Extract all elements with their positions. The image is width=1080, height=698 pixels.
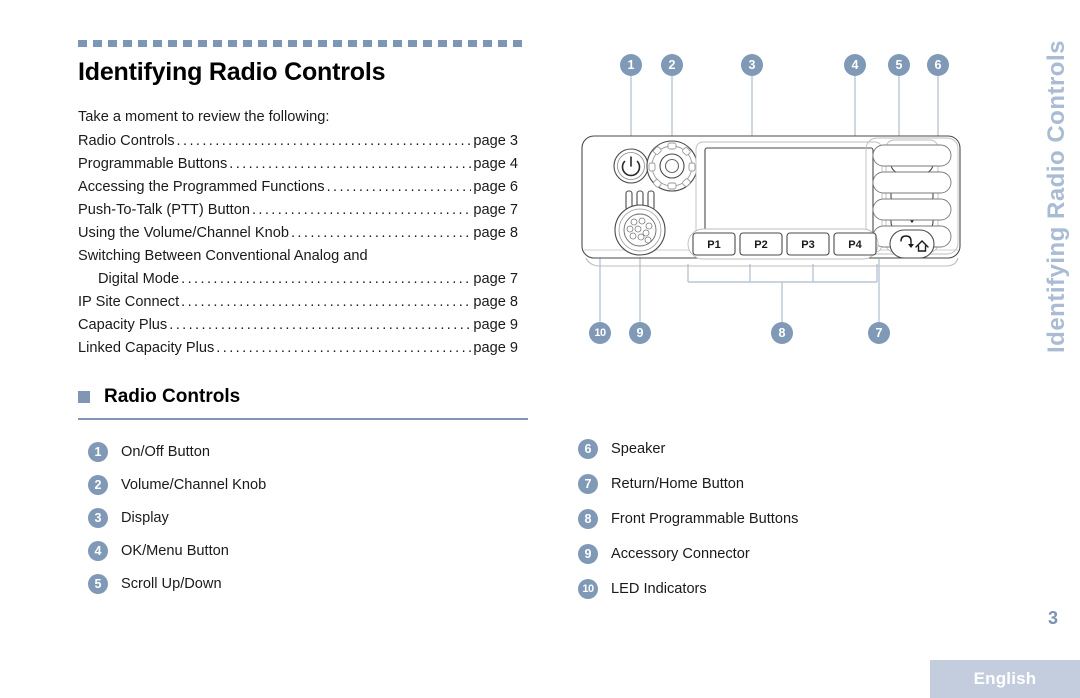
toc-entry-label: IP Site Connect xyxy=(78,294,180,310)
legend-item: 8 Front Programmable Buttons xyxy=(578,509,1028,529)
toc-entry[interactable]: Capacity Plus...........................… xyxy=(78,317,518,333)
legend-item-label: Front Programmable Buttons xyxy=(611,511,799,527)
diagram-callout-9: 9 xyxy=(629,322,651,344)
toc-entry-label: Digital Mode xyxy=(98,271,180,287)
toc-entry[interactable]: Programmable Buttons....................… xyxy=(78,156,518,172)
legend-number-badge: 10 xyxy=(578,579,598,599)
legend-item: 3 Display xyxy=(88,508,518,528)
page-title: Identifying Radio Controls xyxy=(78,58,386,86)
legend-number-badge: 2 xyxy=(88,475,108,495)
diagram-callout-8: 8 xyxy=(771,322,793,344)
toc-leader-dots: ........................................… xyxy=(181,294,472,310)
toc-entry-label: Programmable Buttons xyxy=(78,156,228,172)
intro-text: Take a moment to review the following: xyxy=(78,109,330,125)
legend-number-badge: 9 xyxy=(578,544,598,564)
legend-number-badge: 6 xyxy=(578,439,598,459)
legend-item-label: Volume/Channel Knob xyxy=(121,477,267,493)
diagram-callout-2: 2 xyxy=(661,54,683,76)
title-dashed-rule xyxy=(78,40,526,47)
radio-diagram: OK P1 P2 P3 P4 123456109 xyxy=(560,44,1030,364)
chapter-side-tab-label: Identifying Radio Controls xyxy=(1043,40,1070,353)
toc-leader-dots: ........................................… xyxy=(251,202,472,218)
toc-leader-dots: ........................................… xyxy=(176,133,472,149)
legend-item-label: LED Indicators xyxy=(611,581,707,597)
square-bullet-icon xyxy=(78,391,90,403)
legend-column-left: 1 On/Off Button 2 Volume/Channel Knob 3 Displ… xyxy=(88,442,518,607)
toc-entry-label: Switching Between Conventional Analog an… xyxy=(78,248,368,264)
toc-entry[interactable]: Accessing the Programmed Functions......… xyxy=(78,179,518,195)
toc-entry[interactable]: Linked Capacity Plus....................… xyxy=(78,340,518,356)
left-content-column: Identifying Radio Controls Take a moment… xyxy=(78,40,530,420)
legend-item: 7 Return/Home Button xyxy=(578,474,1028,494)
legend-item-label: Speaker xyxy=(611,441,666,457)
legend-number-badge: 4 xyxy=(88,541,108,561)
toc-leader-dots: ........................................… xyxy=(216,340,471,356)
legend-item-label: Display xyxy=(121,510,169,526)
toc-entry-label: Radio Controls xyxy=(78,133,175,149)
toc-leader-dots: ........................................… xyxy=(290,225,472,241)
toc-entry[interactable]: Push-To-Talk (PTT) Button...............… xyxy=(78,202,518,218)
toc-entry-label: Linked Capacity Plus xyxy=(78,340,215,356)
diagram-callout-1: 1 xyxy=(620,54,642,76)
toc-entry[interactable]: Switching Between Conventional Analog an… xyxy=(78,248,518,264)
toc-entry-page: page 7 xyxy=(473,271,518,287)
legend-item: 4 OK/Menu Button xyxy=(88,541,518,561)
legend-item: 10 LED Indicators xyxy=(578,579,1028,599)
callout-markers: 1 2 3 4 5 6 10 9 8 7 xyxy=(560,44,1030,364)
toc-leader-dots: ........................................… xyxy=(169,317,472,333)
legend-number-badge: 8 xyxy=(578,509,598,529)
table-of-contents: Radio Controls..........................… xyxy=(78,133,518,356)
toc-entry[interactable]: Radio Controls..........................… xyxy=(78,133,518,149)
legend-item-label: OK/Menu Button xyxy=(121,543,229,559)
section-heading: Radio Controls xyxy=(78,386,530,408)
diagram-callout-5: 5 xyxy=(888,54,910,76)
language-band: English xyxy=(930,660,1080,698)
diagram-callout-7: 7 xyxy=(868,322,890,344)
chapter-side-tab: Identifying Radio Controls xyxy=(1034,40,1080,420)
toc-entry-page: page 9 xyxy=(473,340,518,356)
toc-entry-page: page 7 xyxy=(473,202,518,218)
toc-leader-dots: ........................................… xyxy=(229,156,471,172)
section-heading-label: Radio Controls xyxy=(104,386,241,407)
toc-entry-label: Accessing the Programmed Functions xyxy=(78,179,325,195)
toc-entry-page: page 3 xyxy=(473,133,518,149)
diagram-callout-4: 4 xyxy=(844,54,866,76)
legend-item: 2 Volume/Channel Knob xyxy=(88,475,518,495)
legend-number-badge: 3 xyxy=(88,508,108,528)
toc-entry-page: page 6 xyxy=(473,179,518,195)
toc-entry-label: Push-To-Talk (PTT) Button xyxy=(78,202,250,218)
toc-entry-page: page 9 xyxy=(473,317,518,333)
legend-number-badge: 1 xyxy=(88,442,108,462)
legend-item-label: Scroll Up/Down xyxy=(121,576,222,592)
legend-item-label: On/Off Button xyxy=(121,444,210,460)
toc-leader-dots: ........................................… xyxy=(326,179,472,195)
legend-column-right: 6 Speaker 7 Return/Home Button 8 Front Progra… xyxy=(578,439,1028,614)
legend-number-badge: 7 xyxy=(578,474,598,494)
legend-item-label: Accessory Connector xyxy=(611,546,750,562)
page-number: 3 xyxy=(1047,608,1058,628)
legend-item: 5 Scroll Up/Down xyxy=(88,574,518,594)
toc-entry[interactable]: Using the Volume/Channel Knob...........… xyxy=(78,225,518,241)
toc-entry-page: page 8 xyxy=(473,225,518,241)
diagram-callout-3: 3 xyxy=(741,54,763,76)
legend-item: 1 On/Off Button xyxy=(88,442,518,462)
toc-entry-page: page 8 xyxy=(473,294,518,310)
legend-number-badge: 5 xyxy=(88,574,108,594)
toc-entry-label: Capacity Plus xyxy=(78,317,168,333)
legend-item-label: Return/Home Button xyxy=(611,476,745,492)
toc-entry[interactable]: IP Site Connect.........................… xyxy=(78,294,518,310)
diagram-callout-6: 6 xyxy=(927,54,949,76)
toc-leader-dots: ........................................… xyxy=(181,271,472,287)
section-divider xyxy=(78,418,528,420)
legend-item: 6 Speaker xyxy=(578,439,1028,459)
language-label: English xyxy=(973,669,1037,688)
toc-entry-page: page 4 xyxy=(473,156,518,172)
toc-entry-label: Using the Volume/Channel Knob xyxy=(78,225,289,241)
diagram-callout-10: 10 xyxy=(589,322,611,344)
legend-item: 9 Accessory Connector xyxy=(578,544,1028,564)
toc-entry[interactable]: Digital Mode............................… xyxy=(78,271,518,287)
